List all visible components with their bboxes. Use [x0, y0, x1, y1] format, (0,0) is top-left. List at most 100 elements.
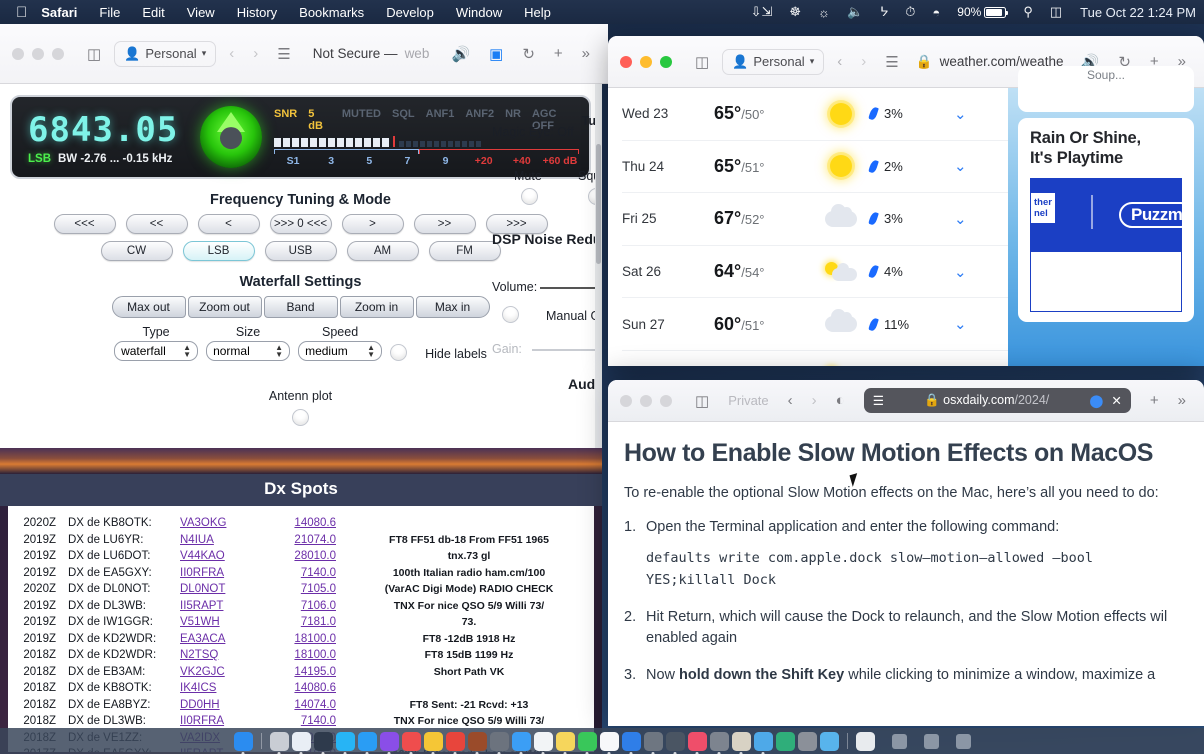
speed-select-group[interactable]: Speed medium ▲ ▼: [298, 325, 383, 361]
dx-callsign-link[interactable]: VA3OKG: [180, 515, 258, 532]
window-controls[interactable]: [620, 394, 672, 407]
menu-item-help[interactable]: Help: [524, 5, 551, 20]
new-tab-icon[interactable]: +: [1144, 389, 1165, 412]
manual-gain-toggle[interactable]: [502, 306, 519, 323]
dx-spot-row[interactable]: 2019Z DX de EA5GXY: II0RFRA 7140.0 100th Ita…: [8, 565, 594, 582]
dx-spot-row[interactable]: 2019Z DX de DL3WB: II5RAPT 7106.0 TNX For ni…: [8, 598, 594, 615]
step-center-button[interactable]: >>> 0 <<<: [269, 214, 332, 234]
weather-ad-rail[interactable]: Soup... Rain Or Shine, It's Playtime the…: [1008, 66, 1204, 366]
dx-callsign-link[interactable]: N2TSQ: [180, 647, 258, 664]
download-arrow-icon[interactable]: ⇩⇲: [751, 4, 773, 20]
step-back-medium-button[interactable]: <<: [125, 214, 188, 234]
band-button[interactable]: Band: [263, 296, 338, 318]
zoom-in-button[interactable]: Zoom in: [339, 296, 414, 318]
forecast-row[interactable]: Fri 25 67°/52° 3% ⌄: [622, 193, 1008, 246]
dx-frequency-link[interactable]: 14195.0: [258, 664, 336, 681]
article-content[interactable]: How to Enable Slow Motion Effects on Mac…: [608, 422, 1204, 726]
antenna-plot-toggle[interactable]: [292, 409, 309, 426]
dx-spot-row[interactable]: 2020Z DX de DL0NOT: DL0NOT 7105.0 (VarAC Dig…: [8, 581, 594, 598]
forward-icon[interactable]: ›: [806, 389, 823, 412]
window-controls[interactable]: [12, 47, 64, 60]
dock-icon-podcasts[interactable]: [379, 731, 399, 754]
dock-icon-screen-share[interactable]: [665, 731, 685, 754]
menu-item-file[interactable]: File: [99, 5, 120, 20]
forecast-row[interactable]: Mon 2858°/49°6%⌄: [622, 351, 1008, 366]
dx-frequency-link[interactable]: 14080.6: [258, 680, 336, 697]
dx-callsign-link[interactable]: VK2GJC: [180, 664, 258, 681]
dx-frequency-link[interactable]: 28010.0: [258, 548, 336, 565]
sidebar-icon[interactable]: ◫: [689, 50, 715, 74]
profile-chip[interactable]: 👤 Personal ▾: [114, 40, 217, 67]
step-forward-medium-button[interactable]: >>: [413, 214, 476, 234]
menu-item-develop[interactable]: Develop: [386, 5, 434, 20]
clock-icon[interactable]: ⏱: [905, 4, 915, 20]
dock-icon-weather[interactable]: [819, 731, 839, 751]
dock-icon-launchpad[interactable]: [269, 731, 289, 754]
dock-icon-trash[interactable]: [855, 731, 875, 751]
weather-content[interactable]: Wed 23 65°/50° 3% ⌄ Thu 24 65°/51° 2% ⌄ Fri 25 67…: [608, 66, 1204, 366]
dx-frequency-link[interactable]: 7140.0: [258, 565, 336, 582]
sidebar-icon[interactable]: ◫: [81, 42, 107, 66]
dx-spots-window[interactable]: Dx Spots 2020Z DX de KB8OTK: VA3OKG 14080.6…: [0, 448, 602, 754]
menu-item-safari[interactable]: Safari: [41, 5, 77, 20]
dx-spot-row[interactable]: 2019Z DX de IW1GGR: V51WH 7181.0 73.: [8, 614, 594, 631]
back-icon[interactable]: ‹: [831, 50, 848, 73]
step-back-large-button[interactable]: <<<: [53, 214, 116, 234]
dx-frequency-link[interactable]: 7181.0: [258, 614, 336, 631]
battery-indicator[interactable]: 90%: [957, 5, 1009, 19]
forecast-row[interactable]: Sun 27 60°/51° 11% ⌄: [622, 298, 1008, 351]
dx-callsign-link[interactable]: N4IUA: [180, 532, 258, 549]
reload-icon[interactable]: ↻: [516, 42, 541, 66]
private-address-bar[interactable]: ☰ 🔒 osxdaily.com/2024/ ⬤ ✕: [863, 388, 1131, 413]
dock-icon-chrome[interactable]: [445, 731, 465, 754]
forward-icon[interactable]: ›: [855, 50, 872, 73]
dx-spots-list[interactable]: 2020Z DX de KB8OTK: VA3OKG 14080.6 2019Z DX d…: [8, 506, 594, 752]
front-titlebar[interactable]: ◫ Private ‹ › ◐ ☰ 🔒 osxdaily.com/2024/ ⬤…: [608, 380, 1204, 422]
forward-icon[interactable]: ›: [247, 42, 264, 65]
chevron-down-icon[interactable]: ⌄: [954, 315, 967, 333]
dx-callsign-link[interactable]: DL0NOT: [180, 581, 258, 598]
more-tabs-icon[interactable]: »: [576, 42, 596, 65]
dx-callsign-link[interactable]: II0RFRA: [180, 565, 258, 582]
step-forward-small-button[interactable]: >: [341, 214, 404, 234]
menu-item-view[interactable]: View: [187, 5, 215, 20]
menu-item-history[interactable]: History: [237, 5, 277, 20]
control-center-icon[interactable]: ◫: [1050, 4, 1062, 20]
dock-minimized-window[interactable]: [891, 733, 907, 749]
stepper-icon[interactable]: ▲ ▼: [367, 344, 375, 359]
spiral-stats-icon[interactable]: ☸: [789, 4, 801, 20]
dx-callsign-link[interactable]: IK4ICS: [180, 680, 258, 697]
radio-scrollbar[interactable]: [595, 84, 602, 448]
window-controls[interactable]: [620, 55, 672, 68]
dx-callsign-link[interactable]: EA3ACA: [180, 631, 258, 648]
dock-icon-mission-control[interactable]: [313, 731, 333, 754]
background-safari-titlebar[interactable]: ◫ 👤 Personal ▾ ‹ › ☰ Not Secure — web 🔊 …: [0, 24, 608, 84]
dock-icon-maps[interactable]: [401, 731, 421, 754]
mode-am-button[interactable]: AM: [346, 241, 419, 261]
new-tab-icon[interactable]: +: [548, 42, 569, 65]
apple-logo-icon[interactable]: : [16, 5, 27, 20]
dock-icon-news[interactable]: [533, 731, 553, 754]
reader-icon[interactable]: ☰: [271, 42, 296, 66]
ad-card-playtime[interactable]: Rain Or Shine, It's Playtime ther nel Pu…: [1018, 118, 1194, 322]
max-in-button[interactable]: Max in: [415, 296, 490, 318]
step-back-small-button[interactable]: <: [197, 214, 260, 234]
menubar-clock[interactable]: Tue Oct 22 1:24 PM: [1080, 5, 1196, 20]
zoom-out-button[interactable]: Zoom out: [187, 296, 262, 318]
dx-spot-row[interactable]: 2018Z DX de KB8OTK: IK4ICS 14080.6: [8, 680, 594, 697]
dx-frequency-link[interactable]: 7106.0: [258, 598, 336, 615]
mic-muted-icon[interactable]: 🔈: [847, 4, 863, 20]
dock-minimized-window[interactable]: [923, 733, 939, 749]
dock-icon-time-machine[interactable]: [797, 731, 817, 751]
dock-icon-facetime[interactable]: [577, 731, 597, 754]
chevron-down-icon[interactable]: ⌄: [954, 263, 967, 281]
dock-icon-numbers[interactable]: [753, 731, 773, 754]
type-select-group[interactable]: Type waterfall ▲ ▼: [114, 325, 199, 361]
dock-icon-disk-utility[interactable]: [643, 731, 663, 754]
dx-callsign-link[interactable]: V44KAO: [180, 548, 258, 565]
dock-icon-music[interactable]: [687, 731, 707, 754]
dock-icon-finder[interactable]: [233, 731, 253, 754]
stop-icon[interactable]: ✕: [1111, 393, 1121, 408]
reader-icon[interactable]: ☰: [879, 50, 904, 74]
dock-icon-safari[interactable]: [357, 731, 377, 754]
